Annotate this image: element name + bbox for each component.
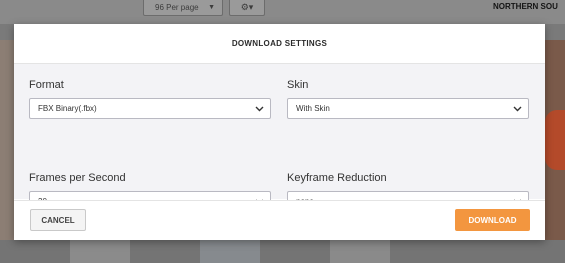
format-value: FBX Binary(.fbx) [38, 104, 97, 113]
chevron-down-icon [513, 106, 522, 111]
per-page-label: 96 Per page [155, 3, 199, 12]
background-thumbnail [200, 240, 260, 263]
background-toolbar [0, 0, 565, 24]
settings-button[interactable]: ⚙▾ [229, 0, 265, 16]
download-settings-dialog: DOWNLOAD SETTINGS Format FBX Binary(.fbx… [14, 24, 545, 240]
skin-label: Skin [287, 79, 309, 91]
dialog-footer: CANCEL DOWNLOAD [14, 200, 545, 240]
background-thumbnail [330, 240, 390, 263]
chevron-down-icon [255, 106, 264, 111]
format-select[interactable]: FBX Binary(.fbx) [29, 98, 271, 119]
dialog-title: DOWNLOAD SETTINGS [231, 39, 328, 48]
background-thumbnail [545, 40, 565, 263]
brand-text: NORTHERN SOU [493, 2, 558, 11]
skin-field: Skin With Skin [287, 78, 529, 119]
chevron-down-icon: ▼ [208, 4, 215, 11]
background-thumbnail [70, 240, 130, 263]
download-button[interactable]: DOWNLOAD [455, 209, 530, 231]
per-page-select[interactable]: 96 Per page ▼ [143, 0, 223, 16]
keyframe-reduction-label: Keyframe Reduction [287, 172, 387, 184]
dialog-header: DOWNLOAD SETTINGS [14, 24, 545, 64]
format-label: Format [29, 79, 64, 91]
skin-select[interactable]: With Skin [287, 98, 529, 119]
format-field: Format FBX Binary(.fbx) [29, 78, 271, 119]
skin-value: With Skin [296, 104, 330, 113]
cancel-button[interactable]: CANCEL [30, 209, 86, 231]
gear-icon: ⚙▾ [240, 2, 254, 12]
fps-label: Frames per Second [29, 172, 126, 184]
dialog-body: Format FBX Binary(.fbx) Skin With Skin F… [14, 64, 545, 212]
